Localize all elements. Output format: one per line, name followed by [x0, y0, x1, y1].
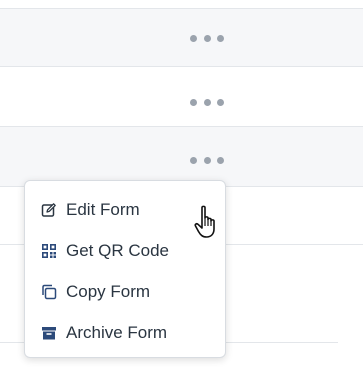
- menu-item-label: Archive Form: [66, 322, 168, 342]
- ellipsis-icon: [217, 98, 224, 106]
- archive-icon: [41, 325, 57, 341]
- ellipsis-icon: [217, 34, 224, 42]
- ellipsis-icon: [190, 34, 197, 42]
- menu-item-copy-form[interactable]: Copy Form: [25, 271, 225, 312]
- menu-item-archive-form[interactable]: Archive Form: [25, 312, 225, 353]
- table-row: [0, 9, 363, 67]
- ellipsis-icon: [203, 34, 211, 42]
- ellipsis-icon: [203, 156, 211, 164]
- edit-icon: [41, 202, 57, 218]
- row-actions-button[interactable]: [188, 31, 226, 45]
- row-actions-button[interactable]: [188, 95, 226, 109]
- ellipsis-icon: [217, 156, 224, 164]
- ellipsis-icon: [190, 98, 197, 106]
- row-actions-button[interactable]: [188, 153, 226, 167]
- hand-pointer-cursor-icon: [193, 205, 225, 239]
- menu-item-label: Copy Form: [66, 281, 151, 301]
- copy-icon: [41, 284, 57, 300]
- ellipsis-icon: [203, 98, 211, 106]
- menu-item-label: Edit Form: [66, 199, 140, 219]
- qr-code-icon: [41, 243, 57, 259]
- table-top-edge: [0, 0, 363, 9]
- table-row: [0, 67, 363, 127]
- menu-item-label: Get QR Code: [66, 240, 169, 260]
- table-row: [0, 127, 363, 187]
- ellipsis-icon: [190, 156, 197, 164]
